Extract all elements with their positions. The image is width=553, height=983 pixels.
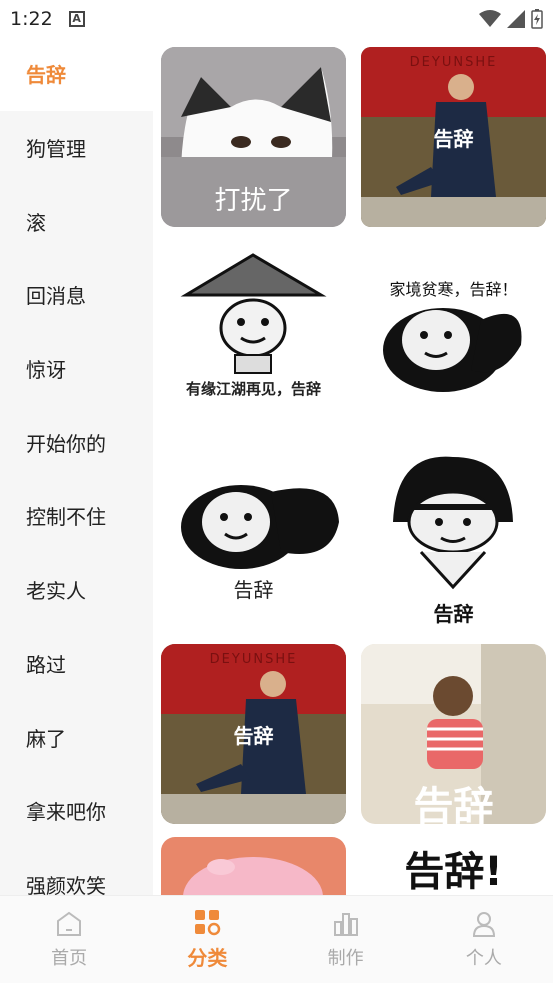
- sticker-caption: 有缘江湖再见，告辞: [185, 380, 321, 398]
- category-icon: [195, 910, 221, 936]
- status-time: 1:22: [10, 7, 53, 30]
- sticker-caption: 打扰了: [214, 186, 293, 216]
- sidebar-item-gouguanli[interactable]: 狗管理: [0, 111, 153, 185]
- sticker-caption: 告辞: [233, 578, 274, 602]
- sticker-tile[interactable]: 家境贫寒，告辞！: [361, 240, 546, 420]
- sidebar-item-male[interactable]: 麻了: [0, 700, 153, 774]
- pig-image: [161, 837, 346, 895]
- sticker-tile[interactable]: 有缘江湖再见，告辞: [161, 240, 346, 420]
- battery-icon: [531, 8, 543, 29]
- sidebar-item-gun[interactable]: 滚: [0, 184, 153, 258]
- status-icons: [479, 8, 543, 29]
- tab-profile[interactable]: 个人: [415, 896, 553, 983]
- sticker-sign-text: DEYUNSHE: [209, 652, 298, 667]
- sticker-caption: 告辞: [433, 127, 474, 151]
- sticker-caption: 家境贫寒，告辞！: [389, 280, 518, 299]
- category-sidebar[interactable]: 告辞 狗管理 滚 回消息 惊讶 开始你的 控制不住 老实人 路过 麻了 拿来吧你…: [0, 37, 153, 895]
- sidebar-item-kaishinide[interactable]: 开始你的: [0, 405, 153, 479]
- sticker-tile[interactable]: DEYUNSHE 告辞: [361, 47, 546, 227]
- sticker-tile[interactable]: DEYUNSHE 告辞: [161, 644, 346, 824]
- sidebar-item-laoshiren[interactable]: 老实人: [0, 553, 153, 627]
- wifi-icon: [479, 9, 501, 27]
- sidebar-item-nalaibani[interactable]: 拿来吧你: [0, 774, 153, 848]
- sidebar-item-huixiaoxi[interactable]: 回消息: [0, 258, 153, 332]
- sticker-tile[interactable]: [161, 837, 346, 895]
- tab-label: 个人: [465, 947, 502, 969]
- make-icon: [333, 912, 358, 936]
- bottom-tab-bar: 首页 分类 制作 个人: [0, 895, 553, 983]
- sidebar-item-luguo[interactable]: 路过: [0, 627, 153, 701]
- panda-image: [361, 240, 546, 420]
- tab-category[interactable]: 分类: [138, 896, 276, 983]
- tab-home[interactable]: 首页: [0, 896, 138, 983]
- sidebar-item-gaoci[interactable]: 告辞: [0, 37, 153, 111]
- sticker-tile[interactable]: 告辞!: [361, 837, 546, 895]
- tab-label: 制作: [327, 947, 364, 969]
- sticker-sign-text: DEYUNSHE: [409, 55, 498, 70]
- profile-icon: [472, 911, 495, 937]
- tab-label: 分类: [187, 946, 228, 970]
- signal-icon: [507, 9, 525, 28]
- sticker-grid: 打扰了 DEYUNSHE 告辞 有缘江湖再见，告辞 家境贫寒，告辞！ 告辞 告辞…: [153, 37, 553, 895]
- status-bar: 1:22 A: [0, 0, 553, 37]
- sticker-tile[interactable]: 告辞: [161, 452, 346, 632]
- home-icon: [57, 911, 82, 936]
- sticker-caption: 告辞: [433, 602, 474, 626]
- sticker-caption: 告辞: [233, 724, 274, 748]
- sticker-caption: 告辞!: [404, 849, 503, 895]
- sticker-tile[interactable]: 告辞: [361, 644, 546, 824]
- panda-pointing-image: [161, 452, 346, 632]
- sidebar-item-kongzhibuzhu[interactable]: 控制不住: [0, 479, 153, 553]
- tab-label: 首页: [51, 947, 88, 969]
- sticker-tile[interactable]: 告辞: [361, 452, 546, 632]
- sticker-tile[interactable]: 打扰了: [161, 47, 346, 227]
- sidebar-item-qiangyanhuanxiao[interactable]: 强颜欢笑: [0, 848, 153, 895]
- sticker-caption: 告辞: [413, 784, 494, 824]
- tab-make[interactable]: 制作: [277, 896, 415, 983]
- sidebar-item-jingya[interactable]: 惊讶: [0, 332, 153, 406]
- notification-icon: A: [68, 10, 85, 27]
